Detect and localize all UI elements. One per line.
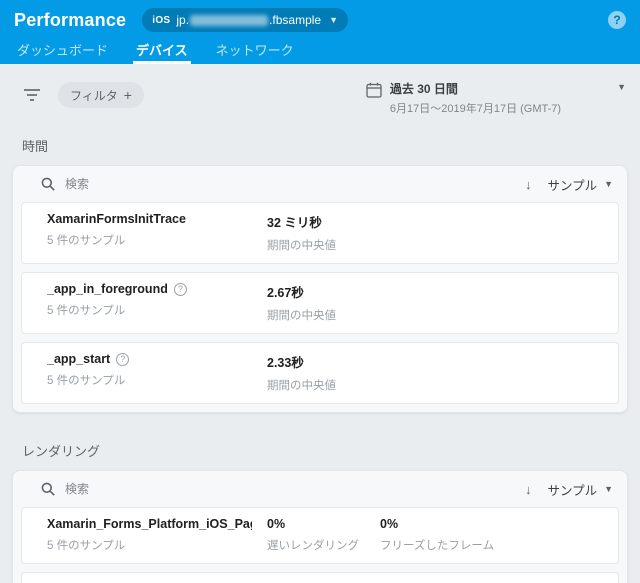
filter-bar: フィルタ + 過去 30 日間 6月17日～2019年7月17日 (GMT-7) … [24,80,626,116]
date-range-detail: 6月17日～2019年7月17日 (GMT-7) [389,103,562,115]
tab-devices[interactable]: デバイス [133,40,191,64]
chevron-down-icon: ▼ [604,484,613,494]
metric-label: 期間の中央値 [267,310,336,322]
rendering-card: ↓ サンプル ▼ Xamarin_Forms_Platform_iOS_Page… [12,470,628,583]
chevron-down-icon: ▼ [329,15,339,25]
page-title: Performance [14,9,127,30]
platform-badge: iOS [152,14,171,26]
sample-count: 5 件のサンプル [47,235,126,247]
top-bar: Performance iOS jp. .fbsample ▼ ? [0,0,640,40]
date-range-text: 過去 30 日間 6月17日～2019年7月17日 (GMT-7) [390,80,561,116]
trace-name: _app_in_foreground [47,282,168,296]
metric-value: 0% [267,517,286,531]
trace-name: XamarinFormsInitTrace [47,212,186,226]
sample-count: 5 件のサンプル [47,540,126,552]
plus-icon: + [123,87,132,103]
section-duration: 時間 ↓ サンプル ▼ XamarinFormsInitTrace 5 件のサン… [0,136,640,413]
search-input[interactable] [65,177,525,191]
metric-median: 32 ミリ秒 期間の中央値 [267,212,380,253]
trace-info: Xamarin_Forms_Platform_iOS_PageRend... 5… [47,517,267,553]
metric-label: 遅いレンダリング [267,540,359,552]
app-selector-dropdown[interactable]: iOS jp. .fbsample ▼ [142,8,349,32]
trace-info: _app_start ? 5 件のサンプル [47,352,267,388]
metric-median: 2.67秒 期間の中央値 [267,282,380,323]
metric-label: 期間の中央値 [267,240,336,252]
metric-frozen-frames: 0% フリーズしたフレーム [380,517,618,553]
date-range-label: 過去 30 日間 [389,82,458,96]
help-icon[interactable]: ? [608,11,626,29]
tab-network[interactable]: ネットワーク [213,40,297,64]
sample-count: 5 件のサンプル [47,305,126,317]
metric-label: フリーズしたフレーム [380,540,495,552]
help-icon[interactable]: ? [116,352,130,366]
add-filter-button[interactable]: フィルタ + [58,82,144,108]
rendering-card-header: ↓ サンプル ▼ [13,471,627,507]
date-range-picker[interactable]: 過去 30 日間 6月17日～2019年7月17日 (GMT-7) ▼ [366,80,626,116]
calendar-icon [366,82,382,101]
trace-info: XamarinFormsInitTrace 5 件のサンプル [47,212,267,248]
search-icon [41,177,55,191]
trace-name: Xamarin_Forms_Platform_iOS_PageRend... [47,517,252,531]
chevron-down-icon: ▼ [617,82,626,92]
trace-row-app-start[interactable]: _app_start ? 5 件のサンプル 2.33秒 期間の中央値 [21,342,619,404]
help-icon[interactable]: ? [173,282,187,296]
filter-icon[interactable] [24,89,40,104]
trace-row-app-in-foreground[interactable]: _app_in_foreground ? 5 件のサンプル 2.67秒 期間の中… [21,272,619,334]
metric-value: 2.33秒 [267,356,304,370]
trace-row-platformrenderer[interactable]: Xamarin_Forms_Platform_iOS_PlatformR... … [21,572,619,583]
sort-direction-icon[interactable]: ↓ [525,482,532,497]
trace-name: _app_start [47,352,111,366]
metric-slow-rendering: 0% 遅いレンダリング [267,517,380,553]
section-title-rendering: レンダリング [22,444,101,459]
metric-value: 0% [380,517,399,531]
metric-value: 32 ミリ秒 [267,216,322,230]
search-icon [41,482,55,496]
trace-info: _app_in_foreground ? 5 件のサンプル [47,282,267,318]
section-rendering: レンダリング ↓ サンプル ▼ Xamarin_Forms_Platform_i… [0,441,640,583]
tab-bar: ダッシュボード デバイス ネットワーク [0,40,640,64]
tab-dashboard[interactable]: ダッシュボード [14,40,111,64]
sort-direction-icon[interactable]: ↓ [525,177,532,192]
search-input[interactable] [65,482,525,496]
trace-row-xamarinformsinittrace[interactable]: XamarinFormsInitTrace 5 件のサンプル 32 ミリ秒 期間… [21,202,619,264]
duration-card-header: ↓ サンプル ▼ [13,166,627,202]
sort-by-dropdown[interactable]: サンプル ▼ [547,175,613,194]
trace-row-pagerenderer[interactable]: Xamarin_Forms_Platform_iOS_PageRend... 5… [21,507,619,564]
metric-label: 期間の中央値 [267,380,336,392]
app-id: jp. .fbsample [176,13,322,27]
metric-median: 2.33秒 期間の中央値 [267,352,380,393]
app-header: Performance iOS jp. .fbsample ▼ ? ダッシュボード… [0,0,640,64]
duration-card: ↓ サンプル ▼ XamarinFormsInitTrace 5 件のサンプル … [12,165,628,413]
section-title-duration: 時間 [22,139,49,154]
sort-by-dropdown[interactable]: サンプル ▼ [547,480,613,499]
chevron-down-icon: ▼ [604,179,613,189]
redacted-app-name [190,14,269,26]
sample-count: 5 件のサンプル [47,375,126,387]
metric-value: 2.67秒 [267,286,304,300]
